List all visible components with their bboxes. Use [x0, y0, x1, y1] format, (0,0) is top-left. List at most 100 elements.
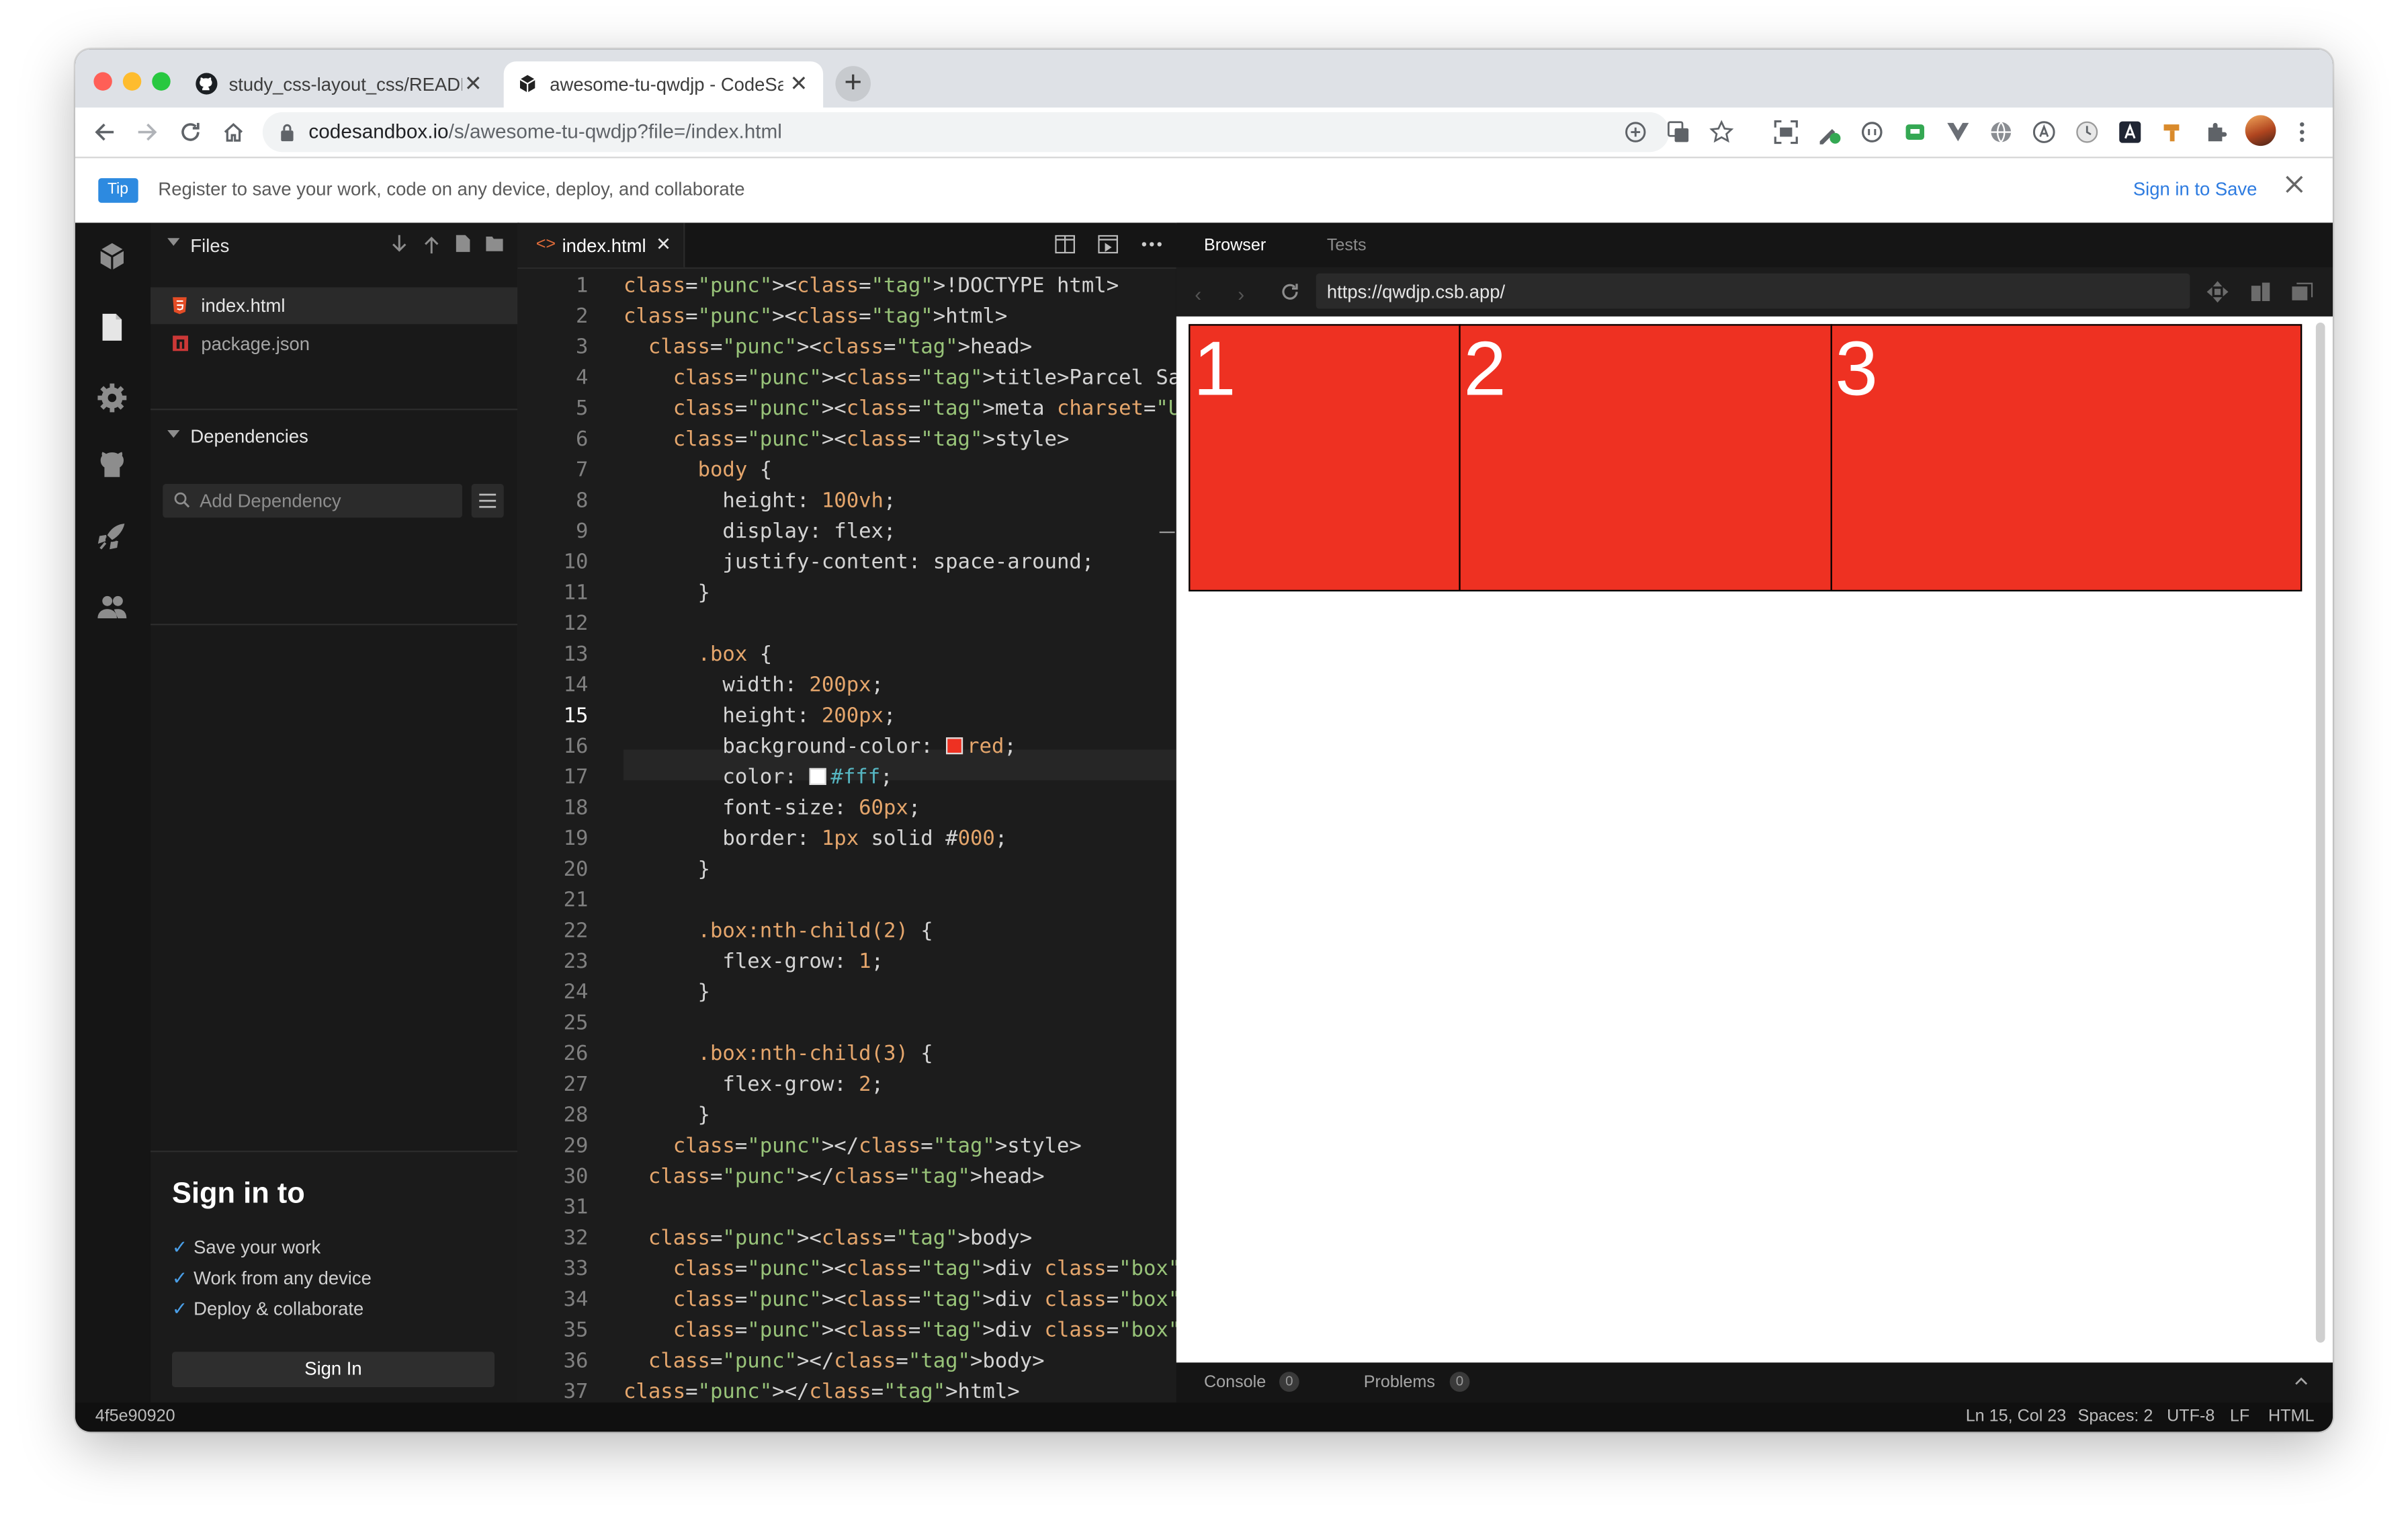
new-window-icon[interactable]: [2291, 281, 2313, 302]
code-line[interactable]: 37 class="punc"></class="tag">html>: [517, 1378, 1176, 1403]
console-tab[interactable]: Console: [1204, 1373, 1266, 1391]
language-mode[interactable]: HTML: [2268, 1407, 2314, 1425]
back-arrow-icon[interactable]: [92, 120, 117, 144]
layout-icon[interactable]: [2250, 281, 2272, 302]
extension-clock-icon[interactable]: [2075, 120, 2100, 144]
tab-tests[interactable]: Tests: [1327, 237, 1367, 255]
code-line[interactable]: 12: [517, 610, 1176, 640]
code-line[interactable]: 17 color: #fff;: [517, 763, 1176, 794]
green-extension-icon[interactable]: [1903, 120, 1928, 144]
upload-icon[interactable]: [423, 233, 441, 255]
line-ending[interactable]: LF: [2230, 1407, 2249, 1425]
browser-tab-github[interactable]: study_css-layout_css/README ✕: [183, 61, 498, 108]
forward-arrow-icon[interactable]: [135, 120, 160, 144]
github-icon[interactable]: [97, 450, 128, 481]
tab-browser[interactable]: Browser: [1204, 237, 1266, 255]
code-line[interactable]: 23 flex-grow: 1;: [517, 948, 1176, 979]
code-line[interactable]: 8 height: 100vh;: [517, 487, 1176, 518]
code-line[interactable]: 34 class="punc"><class="tag">div class="…: [517, 1286, 1176, 1317]
problems-tab[interactable]: Problems: [1364, 1373, 1435, 1391]
new-folder-icon[interactable]: [485, 235, 503, 252]
sign-in-to-save-link[interactable]: Sign in to Save: [2133, 178, 2257, 200]
code-line[interactable]: 1 class="punc"><class="tag">!DOCTYPE html…: [517, 272, 1176, 303]
eyedropper-extension-icon[interactable]: [1817, 120, 1842, 144]
preview-viewport[interactable]: 1 2 3: [1176, 316, 2333, 1363]
file-item-index-html[interactable]: index.html: [150, 287, 518, 325]
code-line[interactable]: 15 height: 200px;: [517, 702, 1176, 733]
chevron-up-icon[interactable]: [2294, 1376, 2309, 1386]
code-line[interactable]: 3 class="punc"><class="tag">head>: [517, 333, 1176, 364]
code-line[interactable]: 19 border: 1px solid #000;: [517, 825, 1176, 856]
preview-window-icon[interactable]: [1098, 235, 1118, 254]
code-line[interactable]: 10 justify-content: space-around;: [517, 548, 1176, 579]
files-section-header[interactable]: Files: [150, 222, 517, 265]
preview-url-input[interactable]: https://qwdjp.csb.app/: [1316, 273, 2190, 309]
extension-a-icon[interactable]: [2032, 120, 2057, 144]
preview-forward-icon[interactable]: ›: [1238, 283, 1244, 306]
extension-dark-a-icon[interactable]: [2118, 120, 2143, 144]
zoom-window-button[interactable]: [152, 72, 171, 91]
download-icon[interactable]: [390, 233, 408, 255]
settings-gear-icon[interactable]: [97, 382, 128, 413]
files-icon[interactable]: [97, 312, 128, 343]
address-bar[interactable]: codesandbox.io/s/awesome-tu-qwdjp?file=/…: [262, 112, 1734, 153]
close-window-button[interactable]: [93, 72, 112, 91]
code-line[interactable]: 4 class="punc"><class="tag">title>Parcel…: [517, 364, 1176, 395]
code-line[interactable]: 28 }: [517, 1102, 1176, 1132]
add-icon[interactable]: [1623, 120, 1648, 144]
profile-avatar[interactable]: [2245, 115, 2276, 147]
deploy-rocket-icon[interactable]: [97, 521, 128, 552]
code-line[interactable]: 36 class="punc"></class="tag">body>: [517, 1348, 1176, 1378]
home-icon[interactable]: [221, 120, 246, 144]
code-line[interactable]: 11 }: [517, 579, 1176, 610]
sign-in-button[interactable]: Sign In: [171, 1352, 494, 1387]
code-line[interactable]: 27 flex-grow: 2;: [517, 1071, 1176, 1102]
move-icon[interactable]: [2206, 281, 2229, 303]
code-line[interactable]: 35 class="punc"><class="tag">div class="…: [517, 1317, 1176, 1348]
code-line[interactable]: 9 display: flex;: [517, 518, 1176, 548]
code-line[interactable]: 33 class="punc"><class="tag">div class="…: [517, 1255, 1176, 1286]
more-options-icon[interactable]: [1141, 241, 1162, 247]
cursor-position[interactable]: Ln 15, Col 23: [1966, 1407, 2067, 1425]
translate-icon[interactable]: [1666, 120, 1691, 144]
minimize-window-button[interactable]: [122, 72, 142, 91]
code-line[interactable]: 14 width: 200px;: [517, 671, 1176, 702]
code-line[interactable]: 21: [517, 886, 1176, 917]
code-line[interactable]: 22 .box:nth-child(2) {: [517, 917, 1176, 948]
codesandbox-logo-icon[interactable]: [97, 241, 128, 272]
bookmark-star-icon[interactable]: [1709, 120, 1734, 144]
indentation[interactable]: Spaces: 2: [2078, 1407, 2153, 1425]
code-line[interactable]: 26 .box:nth-child(3) {: [517, 1040, 1176, 1071]
split-view-icon[interactable]: [1055, 235, 1075, 254]
code-line[interactable]: 32 class="punc"><class="tag">body>: [517, 1225, 1176, 1255]
extension-circle-icon[interactable]: [1860, 120, 1885, 144]
extension-tool-icon[interactable]: [2161, 120, 2186, 144]
close-tab-icon[interactable]: ✕: [789, 71, 808, 97]
preview-scrollbar[interactable]: [2315, 322, 2325, 1343]
screenshot-icon[interactable]: [1774, 120, 1799, 144]
new-tab-button[interactable]: +: [835, 66, 871, 101]
close-tip-icon[interactable]: [2284, 173, 2305, 195]
close-tab-icon[interactable]: ✕: [656, 233, 671, 255]
code-line[interactable]: 2 class="punc"><class="tag">html>: [517, 302, 1176, 333]
preview-back-icon[interactable]: ‹: [1195, 283, 1201, 306]
vue-devtools-icon[interactable]: [1946, 120, 1971, 144]
lock-icon[interactable]: [280, 123, 295, 142]
code-line[interactable]: 25: [517, 1009, 1176, 1040]
code-line[interactable]: 16 background-color: red;: [517, 733, 1176, 763]
globe-icon[interactable]: [1989, 120, 2014, 144]
code-line[interactable]: 31: [517, 1194, 1176, 1225]
code-line[interactable]: 30 class="punc"></class="tag">head>: [517, 1163, 1176, 1194]
encoding[interactable]: UTF-8: [2167, 1407, 2214, 1425]
code-line[interactable]: 18 font-size: 60px;: [517, 794, 1176, 825]
more-menu-icon[interactable]: [2290, 120, 2315, 144]
file-item-package-json[interactable]: package.json: [150, 326, 517, 363]
code-line[interactable]: 7 body {: [517, 456, 1176, 487]
dependency-list-button[interactable]: [471, 483, 504, 518]
preview-refresh-icon[interactable]: [1279, 281, 1301, 302]
close-tab-icon[interactable]: ✕: [464, 71, 482, 97]
add-dependency-input[interactable]: Add Dependency: [163, 483, 462, 518]
code-line[interactable]: 24 }: [517, 979, 1176, 1009]
code-line[interactable]: 6 class="punc"><class="tag">style>: [517, 425, 1176, 456]
live-users-icon[interactable]: [97, 591, 128, 622]
